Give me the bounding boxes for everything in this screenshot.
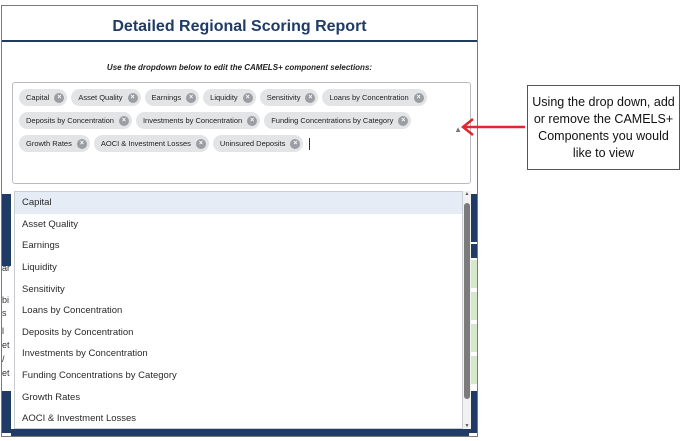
chip-label: Growth Rates [26, 139, 72, 148]
close-circle-icon[interactable]: × [413, 92, 424, 103]
callout-text: Using the drop down, add or remove the C… [532, 94, 675, 160]
dropdown-option[interactable]: Liquidity [15, 257, 462, 279]
selected-chip: Liquidity × [203, 89, 256, 106]
selected-chip: Loans by Concentration × [322, 89, 427, 106]
selected-chips-area: Capital × Asset Quality × Earnings × Liquidity… [19, 89, 449, 152]
close-circle-icon[interactable]: × [118, 115, 129, 126]
close-circle-icon[interactable]: × [195, 138, 206, 149]
left-arrow-icon [460, 118, 525, 136]
report-frame: Detailed Regional Scoring Report Use the… [1, 5, 478, 437]
dropdown-option[interactable]: Deposits by Concentration [15, 322, 462, 344]
close-circle-icon[interactable]: × [398, 115, 409, 126]
chip-label: Sensitivity [266, 93, 301, 102]
close-circle-icon[interactable]: × [54, 92, 65, 103]
chip-label: Funding Concentrations by Category [271, 116, 394, 125]
table-header-left [2, 194, 11, 266]
selected-chip: Deposits by Concentration × [19, 112, 132, 129]
selected-chip: Funding Concentrations by Category × [264, 112, 412, 129]
chip-label: AOCI & Investment Losses [100, 139, 191, 148]
dropdown-option[interactable]: Funding Concentrations by Category [15, 365, 462, 387]
page-title: Detailed Regional Scoring Report [112, 18, 367, 35]
scroll-up-icon[interactable]: ▲ [463, 191, 471, 197]
chip-label: Loans by Concentration [329, 93, 409, 102]
table-fragment-text: s [2, 308, 7, 318]
title-divider [2, 40, 477, 42]
close-circle-icon[interactable]: × [242, 92, 253, 103]
close-circle-icon[interactable]: × [186, 92, 197, 103]
scroll-thumb[interactable] [464, 203, 470, 399]
dropdown-option[interactable]: AOCI & Investment Losses [15, 408, 462, 428]
selected-chip: Earnings × [144, 89, 200, 106]
selected-chip: Asset Quality × [71, 89, 141, 106]
selected-chip: Growth Rates × [19, 135, 90, 152]
selected-chip: AOCI & Investment Losses × [93, 135, 209, 152]
table-footer-left [2, 391, 11, 433]
chip-label: Investments by Concentration [142, 116, 243, 125]
table-fragment-text: et [2, 368, 10, 378]
dropdown-option[interactable]: Investments by Concentration [15, 343, 462, 365]
dropdown-scrollbar[interactable]: ▲ ▼ [463, 191, 471, 429]
chip-label: Asset Quality [78, 93, 123, 102]
camels-multiselect[interactable]: Capital × Asset Quality × Earnings × Liquidity… [12, 82, 471, 184]
callout-box: Using the drop down, add or remove the C… [527, 85, 680, 170]
dropdown-menu: Capital Asset Quality Earnings Liquidity Sen… [14, 191, 463, 429]
chip-label: Deposits by Concentration [26, 116, 114, 125]
table-fragment-text: bi [2, 295, 10, 305]
dropdown-option[interactable]: Loans by Concentration [15, 300, 462, 322]
dropdown-option[interactable]: Capital [15, 192, 462, 214]
close-circle-icon[interactable]: × [290, 138, 301, 149]
close-circle-icon[interactable]: × [127, 92, 138, 103]
table-fragment-text: / [2, 354, 5, 364]
dropdown-option[interactable]: Growth Rates [15, 386, 462, 408]
table-fragment-text: et [2, 340, 10, 350]
selected-chip: Sensitivity × [259, 89, 319, 106]
close-circle-icon[interactable]: × [305, 92, 316, 103]
instructions-text: Use the dropdown below to edit the CAMEL… [106, 63, 373, 72]
chip-label: Uninsured Deposits [219, 139, 286, 148]
table-fragment-text: ar [2, 263, 11, 273]
dropdown-option[interactable]: Earnings [15, 235, 462, 257]
dropdown-option[interactable]: Asset Quality [15, 214, 462, 236]
close-circle-icon[interactable]: × [247, 115, 258, 126]
selected-chip: Investments by Concentration × [135, 112, 261, 129]
dropdown-option[interactable]: Sensitivity [15, 278, 462, 300]
table-fragment-text: l [2, 326, 4, 336]
selected-chip: Capital × [19, 89, 68, 106]
scroll-down-icon[interactable]: ▼ [463, 423, 471, 429]
text-cursor[interactable] [309, 137, 311, 150]
chip-label: Capital [26, 93, 50, 102]
table-footer-bar [11, 429, 469, 436]
chip-label: Earnings [151, 93, 182, 102]
close-circle-icon[interactable]: × [76, 138, 87, 149]
chip-label: Liquidity [210, 93, 238, 102]
selected-chip: Uninsured Deposits × [212, 135, 304, 152]
